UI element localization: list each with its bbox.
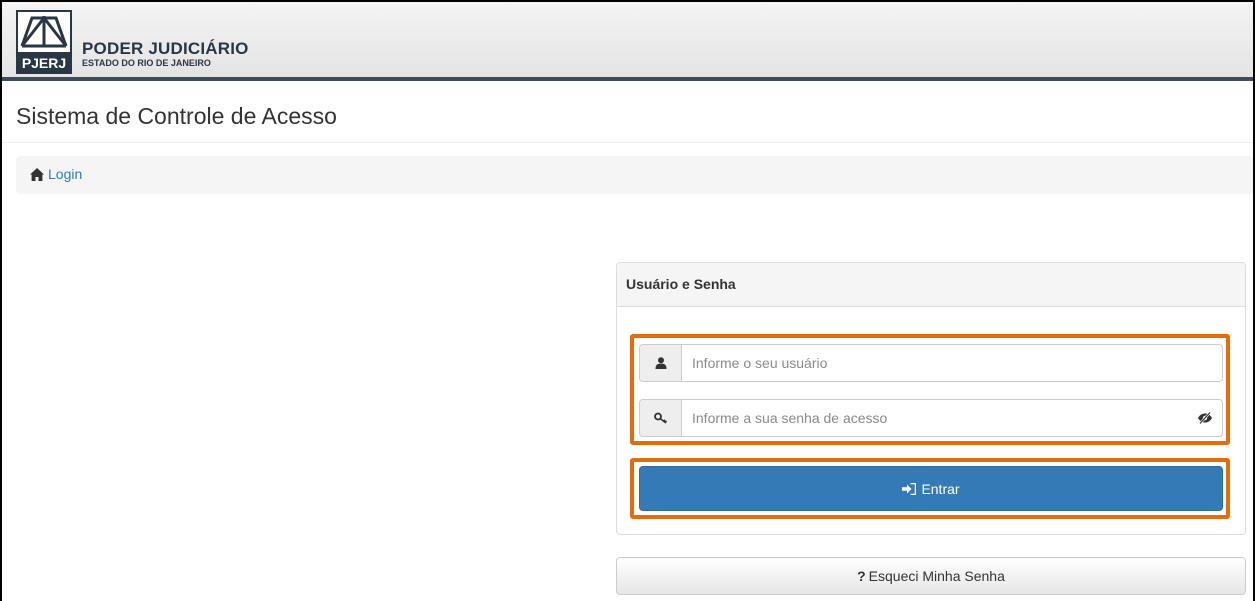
breadcrumb: Login (16, 156, 1253, 194)
forgot-password-label: Esqueci Minha Senha (868, 568, 1005, 584)
credentials-highlight (630, 334, 1230, 445)
enter-highlight (630, 458, 1230, 519)
pjerj-logo-icon: PJERJ (16, 10, 72, 74)
org-name: PODER JUDICIÁRIO (82, 39, 249, 58)
page-title: Sistema de Controle de Acesso (16, 103, 337, 129)
home-icon (30, 167, 44, 181)
question-icon: ? (857, 568, 866, 584)
logo-text: PJERJ (22, 55, 66, 71)
brand: PODER JUDICIÁRIO ESTADO DO RIO DE JANEIR… (82, 39, 249, 69)
top-header: PJERJ PODER JUDICIÁRIO ESTADO DO RIO DE … (2, 2, 1253, 81)
breadcrumb-login-link[interactable]: Login (30, 166, 82, 182)
org-subtitle: ESTADO DO RIO DE JANEIRO (82, 58, 211, 68)
breadcrumb-label: Login (48, 166, 83, 182)
panel-heading: Usuário e Senha (617, 263, 1245, 307)
title-divider (2, 142, 1253, 143)
forgot-password-button[interactable]: ? Esqueci Minha Senha (616, 557, 1246, 595)
